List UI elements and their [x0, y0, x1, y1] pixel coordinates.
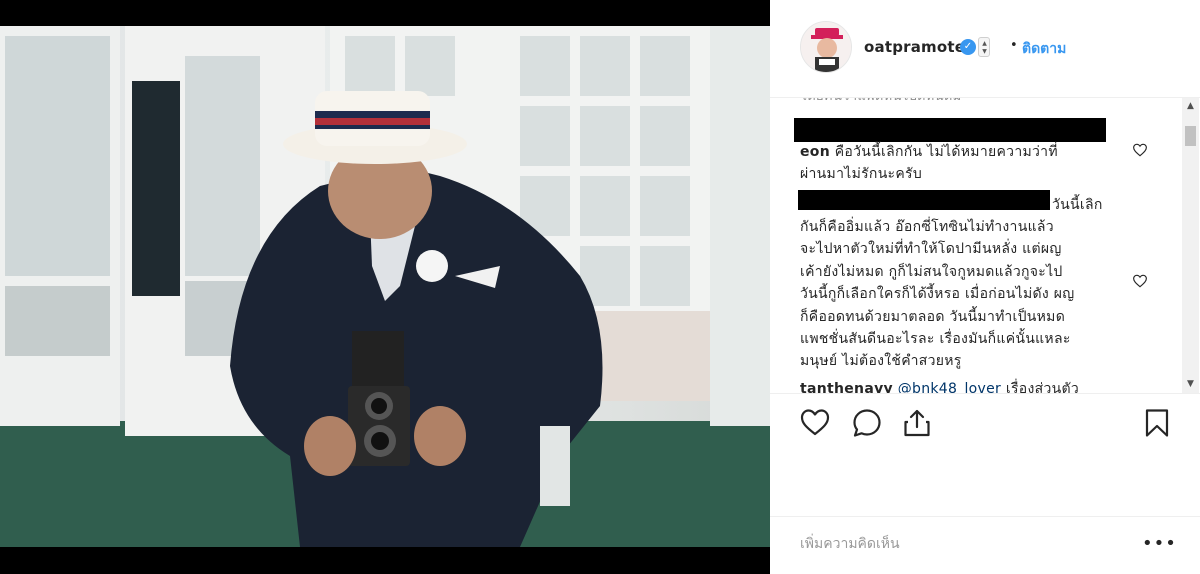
post-photo[interactable] — [0, 26, 770, 547]
comment-text-line: จะไปหาตัวใหม่ที่ทำให้โดปามีนหลั่ง แต่ผญ — [800, 241, 1062, 257]
share-icon[interactable] — [901, 407, 933, 439]
comment-text-line: วันนี้เลิก — [1052, 197, 1103, 213]
add-comment-input[interactable] — [800, 532, 1130, 556]
post-header: oatpramote ✓ ▲ ▼ • ติดตาม — [770, 0, 1200, 98]
verified-badge-icon: ✓ — [960, 39, 976, 55]
comment-item-1: eon คือวันนี้เลิกกัน ไม่ได้หมายความว่าที… — [800, 141, 1058, 164]
media-pane — [0, 0, 770, 574]
comment-username[interactable]: eon — [800, 144, 830, 160]
scrollbar-thumb[interactable] — [1185, 126, 1196, 146]
more-options-icon[interactable]: ••• — [1142, 533, 1177, 554]
comment-mention-link[interactable]: @bnk48_lover — [898, 381, 1001, 393]
comment-text-line: วันนี้กูก็เลือกใครก็ได้งี้หรอ เมื่อก่อนไ… — [800, 286, 1075, 302]
comment-text-line: แพชชั่นสันดีนอะไรละ เรื่องมันก็แค่นั้นแห… — [800, 331, 1071, 347]
redacted-username-bar — [798, 190, 1050, 210]
instagram-post-view: oatpramote ✓ ▲ ▼ • ติดตาม โดยคนว่าแพดหนไ… — [0, 0, 1200, 574]
comments-scrollbar[interactable]: ▲ ▼ — [1182, 98, 1199, 393]
comment-username[interactable]: tanthenavy — [800, 381, 893, 393]
avatar[interactable] — [800, 21, 852, 73]
post-side-panel: oatpramote ✓ ▲ ▼ • ติดตาม โดยคนว่าแพดหนไ… — [770, 0, 1200, 574]
heart-icon[interactable] — [799, 407, 831, 439]
comment-text-line: เค้ายังไม่หมด กูก็ไม่สนใจกูหมดแล้วกูจะไป — [800, 264, 1063, 280]
comment-text: คือวันนี้เลิกกัน ไม่ได้หมายความว่าที่ — [834, 144, 1058, 160]
photo-illustration — [0, 26, 770, 547]
follow-button[interactable]: ติดตาม — [1022, 38, 1066, 60]
redacted-username-bar — [794, 118, 1106, 142]
post-username[interactable]: oatpramote — [864, 38, 965, 56]
comment-text-line: มนุษย์ ไม่ต้องใช้คำสวยหรู — [800, 353, 962, 369]
stepper-down-icon: ▼ — [982, 48, 987, 55]
comment-item-3: tanthenavy @bnk48_lover เรื่องส่วนตัว — [800, 378, 1079, 393]
comment-icon[interactable] — [851, 407, 883, 439]
comment-text-line: กันก็คืออิ่มแล้ว อ๊อกซี่โทซินไม่ทำงานแล้… — [800, 219, 1054, 235]
post-actions-bar — [770, 393, 1200, 453]
header-separator: • — [1010, 38, 1018, 53]
clipped-comment-text: โดยคนว่าแพดหนไปดหนดิม — [800, 98, 961, 109]
username-dropdown-stepper[interactable]: ▲ ▼ — [978, 37, 990, 57]
avatar-illustration — [801, 22, 851, 72]
comment-text: เรื่องส่วนตัว — [1005, 381, 1080, 393]
comments-list: โดยคนว่าแพดหนไปดหนดิม eon คือวันนี้เลิกก… — [770, 98, 1200, 393]
comment-text-line: ผ่านมาไม่รักนะครับ — [800, 166, 923, 182]
bookmark-icon[interactable] — [1141, 407, 1173, 439]
comment-like-heart-icon[interactable] — [1132, 274, 1148, 288]
comment-text-line: ก็คืออดทนด้วยมาตลอด วันนี้มาทำเป็นหมด — [800, 309, 1066, 325]
add-comment-row: ••• — [770, 516, 1200, 574]
comment-like-heart-icon[interactable] — [1132, 143, 1148, 157]
scroll-up-arrow-icon[interactable]: ▲ — [1182, 98, 1199, 115]
scroll-down-arrow-icon[interactable]: ▼ — [1182, 376, 1199, 393]
stepper-up-icon: ▲ — [982, 40, 987, 47]
